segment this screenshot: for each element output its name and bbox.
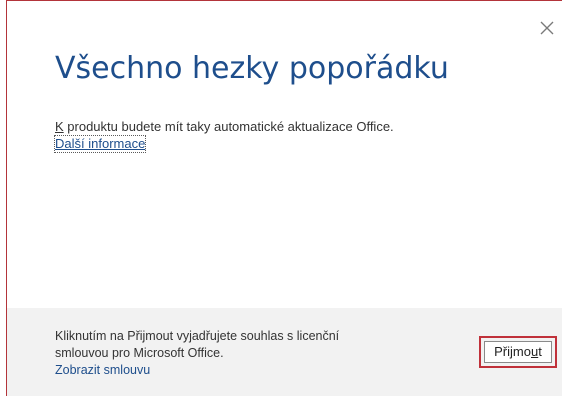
license-agreement-text: Kliknutím na Přijmout vyjadřujete souhla…	[55, 328, 435, 379]
office-first-things-first-dialog: Všechno hezky popořádku K produktu budet…	[0, 0, 562, 396]
updates-info-text-rest: produktu budete mít taky automatické akt…	[63, 119, 394, 134]
view-agreement-link[interactable]: Zobrazit smlouvu	[55, 363, 150, 377]
license-text-line-1: Kliknutím na Přijmout vyjadřujete souhla…	[55, 329, 340, 343]
license-text-line-2: smlouvou pro Microsoft Office.	[55, 346, 224, 360]
more-info-link[interactable]: Další informace	[53, 135, 147, 153]
highlight-frame-top	[6, 0, 562, 1]
updates-info-text: K produktu budete mít taky automatické a…	[55, 119, 394, 135]
dialog-footer: Kliknutím na Přijmout vyjadřujete souhla…	[7, 308, 562, 396]
close-button[interactable]	[537, 18, 557, 38]
updates-info-text-first-char: K	[55, 119, 64, 134]
accept-button[interactable]: Přijmout	[484, 341, 552, 363]
accept-button-label-end: t	[538, 344, 542, 359]
close-icon	[537, 18, 557, 38]
dialog-title: Všechno hezky popořádku	[55, 51, 449, 86]
accept-button-label-start: Přijmo	[494, 344, 531, 359]
accept-button-highlight: Přijmout	[479, 336, 557, 368]
